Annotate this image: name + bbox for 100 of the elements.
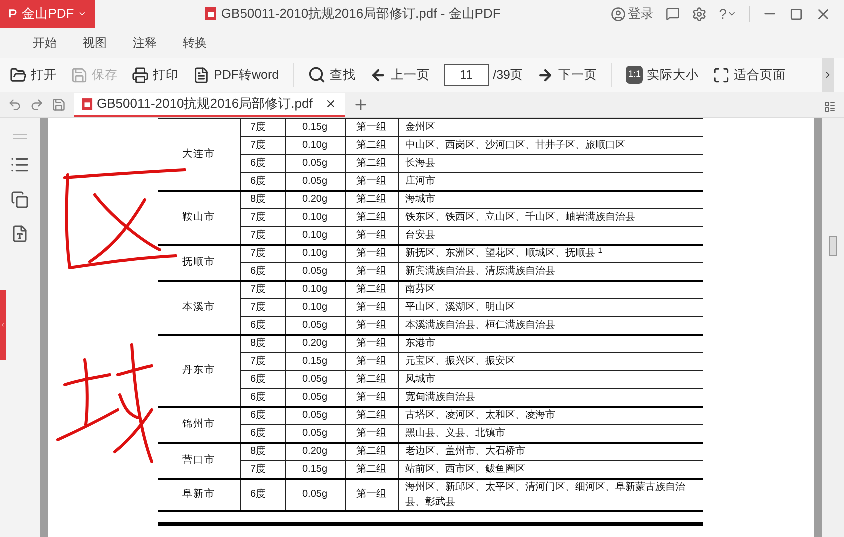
city-cell: 大连市 bbox=[158, 118, 240, 190]
table-cell: 0.20g bbox=[285, 334, 345, 352]
actual-size-button[interactable]: 1:1 实际大小 bbox=[626, 66, 699, 84]
table-cell: 0.05g bbox=[285, 154, 345, 172]
tab-title: GB50011-2010抗规2016局部修订.pdf bbox=[97, 95, 313, 114]
table-cell: 第二组 bbox=[345, 190, 398, 208]
table-cell: 7度 bbox=[240, 298, 285, 316]
table-cell: 站前区、西市区、鲅鱼圈区 bbox=[398, 460, 703, 478]
table-cell: 0.10g bbox=[285, 298, 345, 316]
table-cell: 7度 bbox=[240, 118, 285, 136]
menu-tab[interactable]: 开始 bbox=[33, 34, 57, 52]
toolbar-button[interactable]: 打开 bbox=[10, 66, 57, 84]
help-button[interactable]: ? bbox=[719, 4, 737, 24]
convert-icon[interactable] bbox=[11, 225, 29, 243]
table-cell: 0.10g bbox=[285, 208, 345, 226]
toolbar-icon bbox=[193, 66, 210, 84]
find-button[interactable]: 查找 bbox=[308, 66, 356, 84]
table-cell: 第二组 bbox=[345, 460, 398, 478]
table-cell: 第一组 bbox=[345, 244, 398, 262]
next-page-button[interactable]: 下一页 bbox=[537, 66, 598, 84]
menu-tab[interactable]: 视图 bbox=[83, 34, 107, 52]
toolbar-button[interactable]: PDF转word bbox=[193, 66, 280, 84]
table-cell: 海城市 bbox=[398, 190, 703, 208]
table-cell: 7度 bbox=[240, 280, 285, 298]
table-cell: 海州区、新邱区、太平区、清河门区、细河区、阜新蒙古族自治县、彰武县 bbox=[398, 478, 703, 510]
fit-page-icon bbox=[713, 66, 730, 84]
table-cell: 0.10g bbox=[285, 226, 345, 244]
settings-icon[interactable] bbox=[692, 6, 708, 22]
table-cell: 7度 bbox=[240, 226, 285, 244]
city-cell: 营口市 bbox=[158, 442, 240, 478]
close-tab-icon[interactable] bbox=[324, 98, 337, 110]
table-cell: 6度 bbox=[240, 424, 285, 442]
panel-handle-icon[interactable] bbox=[13, 134, 27, 139]
table-cell: 第一组 bbox=[345, 262, 398, 280]
table-cell: 中山区、西岗区、沙河口区、甘井子区、旅顺口区 bbox=[398, 136, 703, 154]
table-cell: 平山区、溪湖区、明山区 bbox=[398, 298, 703, 316]
city-cell: 锦州市 bbox=[158, 406, 240, 442]
table-cell: 0.05g bbox=[285, 370, 345, 388]
city-cell: 丹东市 bbox=[158, 334, 240, 406]
app-menu-button[interactable]: 金山PDF bbox=[0, 0, 95, 28]
table-cell: 南芬区 bbox=[398, 280, 703, 298]
table-cell: 0.20g bbox=[285, 442, 345, 460]
pdf-file-icon bbox=[205, 7, 218, 21]
scrollbar-thumb[interactable] bbox=[829, 236, 837, 256]
table-cell: 0.05g bbox=[285, 262, 345, 280]
table-cell: 第二组 bbox=[345, 154, 398, 172]
table-cell: 0.10g bbox=[285, 244, 345, 262]
ratio-icon: 1:1 bbox=[626, 66, 643, 84]
city-cell: 抚顺市 bbox=[158, 244, 240, 280]
user-icon bbox=[611, 6, 626, 22]
table-cell: 新抚区、东洲区、望花区、顺城区、抚顺县 $^{1}$ bbox=[398, 244, 703, 262]
table-cell: 7度 bbox=[240, 136, 285, 154]
table-cell: 第一组 bbox=[345, 172, 398, 190]
table-cell: 8度 bbox=[240, 442, 285, 460]
table-cell: 宽甸满族自治县 bbox=[398, 388, 703, 406]
redo-icon[interactable] bbox=[30, 98, 44, 112]
table-cell: 新宾满族自治县、清原满族自治县 bbox=[398, 262, 703, 280]
table-cell: 第二组 bbox=[345, 370, 398, 388]
table-cell: 6度 bbox=[240, 406, 285, 424]
toolbar-button[interactable]: 打印 bbox=[132, 66, 179, 84]
message-icon[interactable] bbox=[666, 7, 680, 21]
table-cell: 7度 bbox=[240, 208, 285, 226]
table-cell: 铁东区、铁西区、立山区、千山区、岫岩满族自治县 bbox=[398, 208, 703, 226]
table-cell: 第一组 bbox=[345, 118, 398, 136]
menu-tab[interactable]: 注释 bbox=[133, 34, 157, 52]
maximize-icon[interactable] bbox=[790, 8, 803, 20]
table-cell: 6度 bbox=[240, 388, 285, 406]
table-cell: 第二组 bbox=[345, 208, 398, 226]
save-icon[interactable] bbox=[52, 98, 66, 112]
table-cell: 0.05g bbox=[285, 172, 345, 190]
table-cell: 7度 bbox=[240, 244, 285, 262]
table-cell: 第二组 bbox=[345, 442, 398, 460]
tab-list-icon[interactable] bbox=[824, 101, 836, 113]
table-cell: 0.05g bbox=[285, 478, 345, 510]
table-cell: 0.15g bbox=[285, 118, 345, 136]
previous-page-button[interactable]: 上一页 bbox=[370, 66, 430, 84]
document-tab[interactable]: GB50011-2010抗规2016局部修订.pdf bbox=[74, 93, 345, 117]
toolbar-icon bbox=[71, 66, 88, 84]
chevron-left-icon bbox=[0, 322, 6, 328]
page-number-field[interactable]: 11 bbox=[444, 64, 490, 86]
table-cell: 0.15g bbox=[285, 352, 345, 370]
fit-page-button[interactable]: 适合页面 bbox=[713, 66, 786, 84]
table-cell: 0.10g bbox=[285, 280, 345, 298]
table-cell: 0.05g bbox=[285, 424, 345, 442]
table-cell: 元宝区、振兴区、振安区 bbox=[398, 352, 703, 370]
collapse-handle[interactable] bbox=[0, 290, 6, 360]
window-title: GB50011-2010抗规2016局部修订.pdf - 金山PDF bbox=[221, 5, 501, 24]
new-tab-icon[interactable] bbox=[352, 97, 369, 113]
table-cell: 金州区 bbox=[398, 118, 703, 136]
menu-tab[interactable]: 转换 bbox=[183, 34, 207, 52]
button-label: 实际大小 bbox=[647, 66, 699, 84]
city-cell: 本溪市 bbox=[158, 280, 240, 334]
pages-icon[interactable] bbox=[11, 191, 29, 209]
table-cell: 第二组 bbox=[345, 280, 398, 298]
table-cell: 庄河市 bbox=[398, 172, 703, 190]
table-cell: 本溪满族自治县、桓仁满族自治县 bbox=[398, 316, 703, 334]
arrow-right-icon bbox=[537, 66, 554, 84]
undo-icon[interactable] bbox=[8, 98, 22, 112]
login-button[interactable]: 登录 bbox=[611, 4, 654, 24]
table-cell: 黑山县、义县、北镇市 bbox=[398, 424, 703, 442]
